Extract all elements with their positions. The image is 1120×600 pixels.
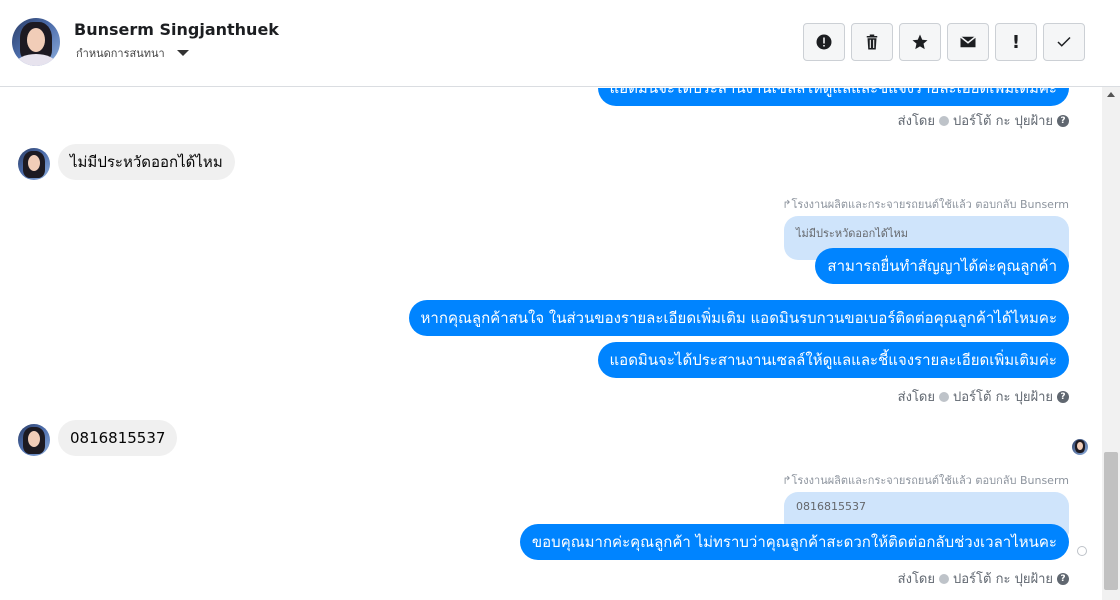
sent-by-label: ส่งโดย [897, 390, 935, 405]
avatar-face [28, 431, 40, 447]
follow-up-button[interactable]: ! [995, 23, 1037, 61]
avatar-face [28, 155, 40, 171]
sender-name: ปอร์โต้ กะ ปุยฝ้าย [953, 572, 1053, 587]
contact-avatar-small[interactable] [18, 148, 50, 180]
sent-by-label: ส่งโดย [897, 572, 935, 587]
incoming-message[interactable]: 0816815537 [58, 420, 178, 456]
help-icon[interactable]: ? [1057, 114, 1069, 127]
sent-by-row: ส่งโดย ปอร์โต้ กะ ปุยฝ้าย ? [898, 568, 1069, 589]
replied-to-label: ↱โรงงานผลิตและกระจายรถยนต์ใช้แล้ว ตอบกลั… [782, 474, 1069, 487]
outgoing-message[interactable]: สามารถยื่นทำสัญญาได้ค่ะคุณลูกค้า [815, 248, 1069, 284]
delete-button[interactable] [851, 23, 893, 61]
verified-icon [939, 115, 949, 126]
outgoing-message-partial[interactable]: แอดมินจะได้ประสานงานเซลล์ให้ดูแลและชี้แจ… [597, 88, 1069, 106]
contact-name[interactable]: Bunserm Singjanthuek [74, 20, 279, 39]
outgoing-message[interactable]: ขอบคุณมากค่ะคุณลูกค้า ไม่ทราบว่าคุณลูกค้… [519, 524, 1069, 560]
conversation-schedule-dropdown[interactable]: กำหนดการสนทนา [76, 44, 189, 62]
thread-scrollbar[interactable] [1102, 87, 1120, 600]
conversation-header: Bunserm Singjanthuek กำหนดการสนทนา ! [0, 0, 1120, 87]
star-icon [912, 34, 928, 50]
seen-by-avatar [1072, 439, 1088, 455]
outgoing-message[interactable]: หากคุณลูกค้าสนใจ ในส่วนของรายละเอียดเพิ่… [408, 300, 1069, 336]
conversation-toolbar: ! [803, 23, 1085, 61]
message-thread: แอดมินจะได้ประสานงานเซลล์ให้ดูแลและชี้แจ… [0, 88, 1100, 600]
trash-icon [866, 34, 878, 50]
replied-to-label: ↱โรงงานผลิตและกระจายรถยนต์ใช้แล้ว ตอบกลั… [782, 198, 1069, 211]
avatar-face [27, 28, 45, 52]
help-icon[interactable]: ? [1057, 390, 1069, 403]
scroll-up-arrow-icon[interactable] [1107, 92, 1115, 97]
report-button[interactable] [803, 23, 845, 61]
mail-button[interactable] [947, 23, 989, 61]
sent-by-row: ส่งโดย ปอร์โต้ กะ ปุยฝ้าย ? [898, 386, 1069, 407]
sent-by-label: ส่งโดย [897, 114, 935, 129]
star-button[interactable] [899, 23, 941, 61]
scrollbar-thumb[interactable] [1104, 452, 1118, 590]
sender-name: ปอร์โต้ กะ ปุยฝ้าย [953, 390, 1053, 405]
exclamation-icon: ! [1011, 31, 1021, 53]
sent-status-icon [1077, 546, 1087, 556]
mail-icon [960, 36, 976, 48]
help-icon[interactable]: ? [1057, 572, 1069, 585]
caret-down-icon [176, 50, 189, 56]
verified-icon [939, 573, 949, 584]
avatar-face [1077, 442, 1083, 450]
report-icon [816, 34, 832, 50]
checkmark-icon [1057, 36, 1071, 47]
outgoing-message[interactable]: แอดมินจะได้ประสานงานเซลล์ให้ดูแลและชี้แจ… [597, 342, 1069, 378]
verified-icon [939, 391, 949, 402]
sender-name: ปอร์โต้ กะ ปุยฝ้าย [953, 114, 1053, 129]
contact-avatar[interactable] [12, 18, 60, 66]
conversation-schedule-label: กำหนดการสนทนา [76, 47, 165, 60]
sent-by-row: ส่งโดย ปอร์โต้ กะ ปุยฝ้าย ? [898, 110, 1069, 131]
contact-avatar-small[interactable] [18, 424, 50, 456]
incoming-message[interactable]: ไม่มีประหวัดออกได้ไหม [58, 144, 235, 180]
mark-done-button[interactable] [1043, 23, 1085, 61]
